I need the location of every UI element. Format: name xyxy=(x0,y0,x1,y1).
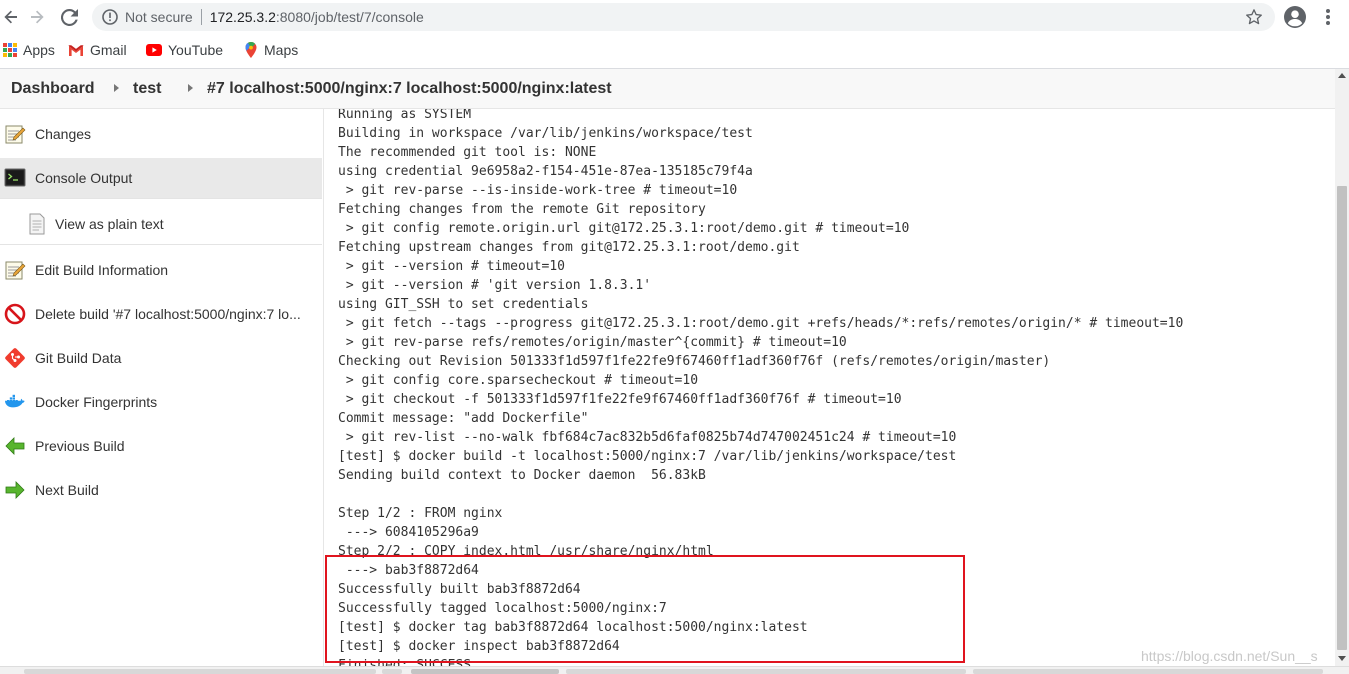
browser-menu-icon[interactable] xyxy=(1320,8,1336,26)
url-host[interactable]: 172.25.3.2 xyxy=(210,9,276,25)
console-line: > git rev-parse --is-inside-work-tree # … xyxy=(338,183,738,198)
bookmark-label: Apps xyxy=(23,42,55,58)
breadcrumb-chevron-icon[interactable] xyxy=(114,84,119,92)
sidebar-item-delete-build[interactable]: Delete build '#7 localhost:5000/nginx:7 … xyxy=(0,294,322,334)
no-entry-icon xyxy=(4,303,26,325)
bookmark-apps[interactable]: Apps xyxy=(3,41,55,59)
highlight-annotation-box xyxy=(325,555,965,663)
breadcrumb-chevron-icon[interactable] xyxy=(188,84,193,92)
security-label[interactable]: Not secure xyxy=(125,9,193,25)
profile-avatar-icon[interactable] xyxy=(1283,5,1307,29)
console-line: Commit message: "add Dockerfile" xyxy=(338,411,589,426)
browser-toolbar: Not secure 172.25.3.2:8080/job/test/7/co… xyxy=(0,0,1349,35)
bookmarks-bar: Apps Gmail YouTube Maps xyxy=(0,35,1349,65)
sidebar-item-docker-fingerprints[interactable]: Docker Fingerprints xyxy=(0,382,322,422)
scroll-down-icon[interactable] xyxy=(1338,656,1346,661)
back-icon[interactable] xyxy=(0,6,22,28)
youtube-icon xyxy=(146,44,162,56)
sidebar-item-console-output[interactable]: Console Output xyxy=(0,158,322,198)
console-line: ---> 6084105296a9 xyxy=(338,525,479,540)
sidebar-item-label: View as plain text xyxy=(55,216,164,232)
console-line: using credential 9e6958a2-f154-451e-87ea… xyxy=(338,164,753,179)
console-line: > git config remote.origin.url git@172.2… xyxy=(338,221,910,236)
sidebar-item-label: Edit Build Information xyxy=(35,262,169,278)
bookmark-star-icon[interactable] xyxy=(1245,8,1263,26)
breadcrumb-dashboard[interactable]: Dashboard xyxy=(11,80,95,98)
bookmark-youtube[interactable]: YouTube xyxy=(146,41,223,59)
sidebar-item-edit-build-information[interactable]: Edit Build Information xyxy=(0,250,322,290)
bookmark-label: Gmail xyxy=(90,42,127,58)
sidebar-item-label: Git Build Data xyxy=(35,350,122,366)
sidebar-item-label: Changes xyxy=(35,126,92,142)
not-secure-icon[interactable] xyxy=(102,9,118,25)
reload-icon[interactable] xyxy=(58,6,80,28)
apps-grid-icon xyxy=(3,43,17,57)
sidebar-item-git-build-data[interactable]: Git Build Data xyxy=(0,338,322,378)
sidebar-divider xyxy=(0,244,322,245)
scroll-up-icon[interactable] xyxy=(1338,73,1346,78)
console-line: Fetching upstream changes from git@172.2… xyxy=(338,240,800,255)
console-line: > git rev-list --no-walk fbf684c7ac832b5… xyxy=(338,430,957,445)
bookmark-maps[interactable]: Maps xyxy=(244,41,298,59)
bottom-strip xyxy=(0,666,1349,674)
console-line: using GIT_SSH to set credentials xyxy=(338,297,589,312)
console-line: The recommended git tool is: NONE xyxy=(338,145,597,160)
forward-icon[interactable] xyxy=(26,6,48,28)
breadcrumb-job[interactable]: test xyxy=(133,80,161,98)
bottom-strip-segment xyxy=(566,669,966,674)
sidebar-item-next-build[interactable]: Next Build xyxy=(0,470,322,510)
gmail-icon xyxy=(68,44,84,56)
sidebar-item-changes[interactable]: Changes xyxy=(0,114,322,154)
breadcrumb-build[interactable]: #7 localhost:5000/nginx:7 localhost:5000… xyxy=(207,80,612,98)
sidebar-item-label: Delete build '#7 localhost:5000/nginx:7 … xyxy=(35,306,301,322)
console-line: > git checkout -f 501333f1d597f1fe22fe9f… xyxy=(338,392,902,407)
document-icon xyxy=(29,213,45,235)
url-path[interactable]: :8080/job/test/7/console xyxy=(276,9,424,25)
sidebar-item-previous-build[interactable]: Previous Build xyxy=(0,426,322,466)
bottom-strip-segment xyxy=(973,669,1323,674)
breadcrumb: Dashboard test #7 localhost:5000/nginx:7… xyxy=(0,69,1335,109)
watermark: https://blog.csdn.net/Sun__s xyxy=(1141,648,1318,664)
console-line: [test] $ docker build -t localhost:5000/… xyxy=(338,449,957,464)
sidebar-item-label: Previous Build xyxy=(35,438,125,454)
bookmark-label: Maps xyxy=(264,42,299,58)
console-line: Step 1/2 : FROM nginx xyxy=(338,506,503,521)
console-line: Checking out Revision 501333f1d597f1fe22… xyxy=(338,354,1051,369)
docker-icon xyxy=(5,394,25,408)
scrollbar-thumb[interactable] xyxy=(1337,186,1347,650)
vertical-scrollbar[interactable] xyxy=(1335,69,1349,666)
arrow-left-icon xyxy=(5,437,25,455)
terminal-icon xyxy=(4,168,26,187)
bookmark-gmail[interactable]: Gmail xyxy=(68,41,127,59)
sidebar-item-label: Next Build xyxy=(35,482,99,498)
console-line: > git fetch --tags --progress git@172.25… xyxy=(338,316,1184,331)
console-line: Running as SYSTEM xyxy=(338,109,472,122)
address-bar[interactable]: Not secure 172.25.3.2:8080/job/test/7/co… xyxy=(92,3,1275,31)
console-line: > git config core.sparsecheckout # timeo… xyxy=(338,373,699,388)
notepad-icon xyxy=(5,261,26,280)
console-line: Fetching changes from the remote Git rep… xyxy=(338,202,706,217)
bottom-strip-segment xyxy=(411,669,559,674)
maps-icon xyxy=(245,42,257,58)
console-line: > git rev-parse refs/remotes/origin/mast… xyxy=(338,335,847,350)
git-icon xyxy=(5,348,25,368)
bottom-strip-segment xyxy=(24,669,376,674)
sidebar-item-label: Console Output xyxy=(35,170,133,186)
omnibox-divider xyxy=(200,9,202,25)
console-line: Sending build context to Docker daemon 5… xyxy=(338,468,706,483)
bottom-strip-segment xyxy=(382,669,402,674)
notepad-icon xyxy=(5,125,26,144)
arrow-right-icon xyxy=(5,481,25,499)
bookmark-label: YouTube xyxy=(168,42,224,58)
console-line: Building in workspace /var/lib/jenkins/w… xyxy=(338,126,753,141)
side-panel: Changes Console Output View as plain tex… xyxy=(0,110,322,666)
sidebar-divider xyxy=(0,198,322,199)
sidebar-item-view-plain-text[interactable]: View as plain text xyxy=(0,204,322,244)
sidebar-item-label: Docker Fingerprints xyxy=(35,394,158,410)
console-line: > git --version # timeout=10 xyxy=(338,259,565,274)
console-line: > git --version # 'git version 1.8.3.1' xyxy=(338,278,652,293)
